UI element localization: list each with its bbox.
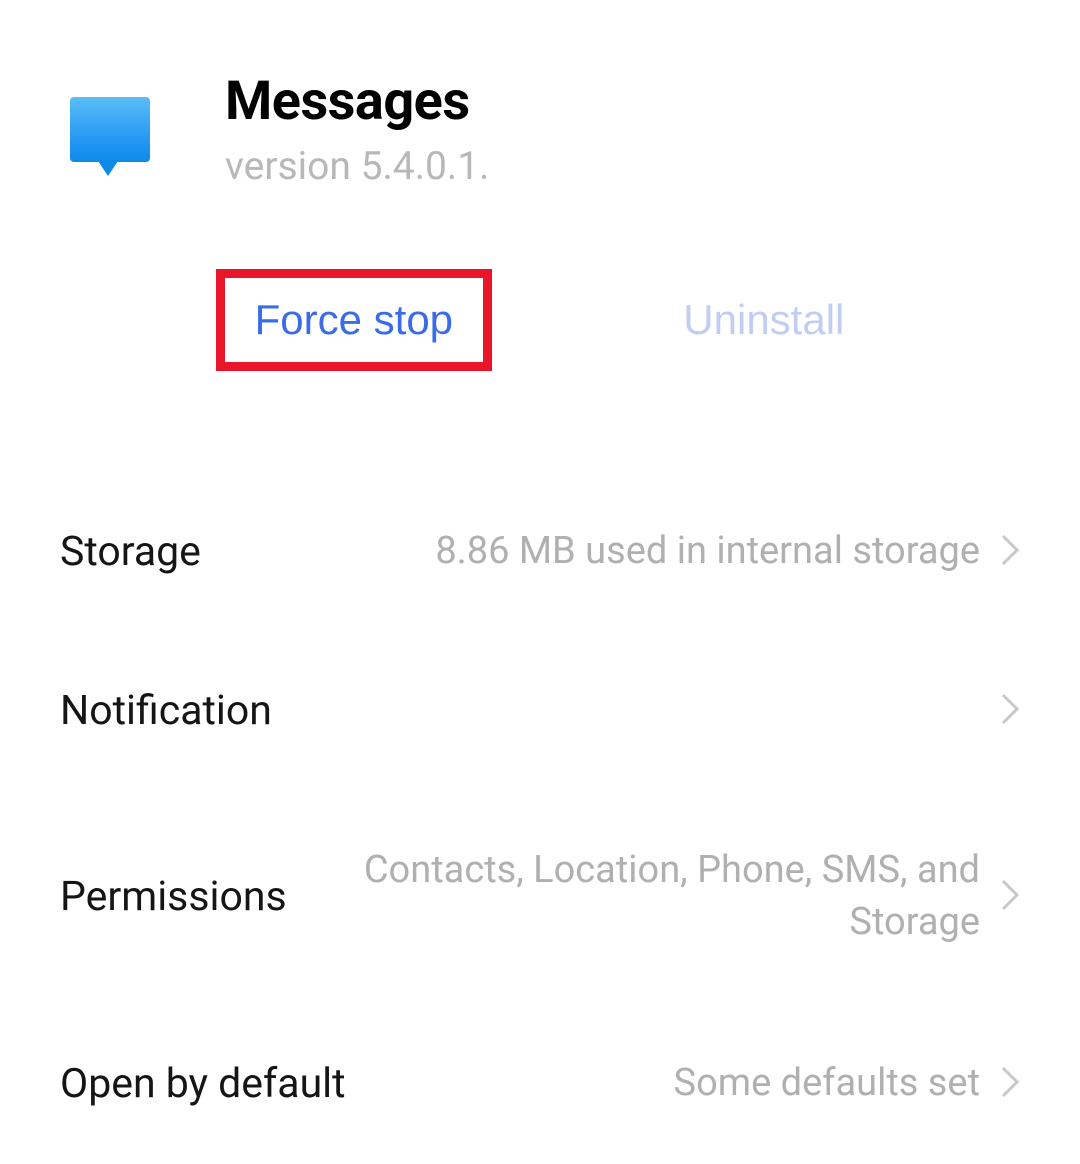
permissions-label: Permissions <box>60 873 287 921</box>
app-name: Messages <box>225 70 489 133</box>
chevron-right-icon <box>1000 533 1020 571</box>
chevron-right-icon <box>1000 1065 1020 1103</box>
notification-label: Notification <box>60 687 272 735</box>
open-by-default-right: Some defaults set <box>346 1058 1020 1109</box>
messages-app-icon <box>70 97 150 162</box>
storage-item[interactable]: Storage 8.86 MB used in internal storage <box>60 471 1020 632</box>
open-by-default-item[interactable]: Open by default Some defaults set <box>60 1003 1020 1164</box>
open-by-default-label: Open by default <box>60 1060 346 1108</box>
force-stop-button[interactable]: Force stop <box>216 269 492 371</box>
app-title-block: Messages version 5.4.0.1. <box>225 70 489 189</box>
action-row: Force stop Uninstall <box>0 229 1080 471</box>
open-by-default-value: Some defaults set <box>674 1058 980 1109</box>
chevron-right-icon <box>1000 692 1020 730</box>
permissions-item[interactable]: Permissions Contacts, Location, Phone, S… <box>60 790 1020 1003</box>
storage-label: Storage <box>60 528 201 576</box>
permissions-value: Contacts, Location, Phone, SMS, and Stor… <box>360 845 980 948</box>
notification-item[interactable]: Notification <box>60 632 1020 790</box>
notification-right <box>272 692 1020 730</box>
storage-right: 8.86 MB used in internal storage <box>201 526 1020 577</box>
app-info-header: Messages version 5.4.0.1. <box>0 0 1080 229</box>
chevron-right-icon <box>1000 878 1020 916</box>
settings-list: Storage 8.86 MB used in internal storage… <box>0 471 1080 1164</box>
permissions-right: Contacts, Location, Phone, SMS, and Stor… <box>287 845 1020 948</box>
app-version: version 5.4.0.1. <box>225 143 489 189</box>
uninstall-button: Uninstall <box>683 296 844 344</box>
storage-value: 8.86 MB used in internal storage <box>435 526 980 577</box>
